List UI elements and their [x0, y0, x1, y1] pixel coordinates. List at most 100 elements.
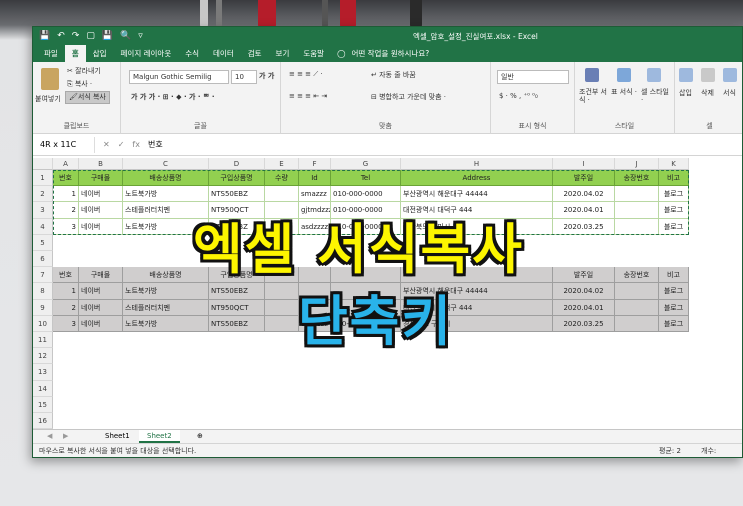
- format-cells-icon[interactable]: [723, 68, 737, 82]
- grow-font-button[interactable]: 가 가: [259, 71, 274, 81]
- cell[interactable]: 수량: [265, 170, 299, 187]
- cell[interactable]: 2020.04.02: [553, 186, 615, 203]
- enter-icon[interactable]: ✓: [118, 140, 125, 149]
- cell[interactable]: NTS50EBZ: [209, 283, 265, 300]
- print-preview-icon[interactable]: 🔍: [120, 31, 131, 41]
- row-header-15[interactable]: 15: [33, 396, 53, 413]
- cell[interactable]: 1: [53, 283, 79, 300]
- sheet-tab-sheet2[interactable]: Sheet2: [139, 430, 180, 443]
- cell[interactable]: 송장번호: [615, 170, 659, 187]
- customize-icon[interactable]: ▿: [138, 31, 143, 41]
- font-name-select[interactable]: Malgun Gothic Semilig: [129, 70, 229, 84]
- cell[interactable]: [265, 283, 299, 300]
- row-header-10[interactable]: 10: [33, 315, 53, 332]
- row-header-8[interactable]: 8: [33, 283, 53, 300]
- format-painter-button[interactable]: 🖌서식 복사: [65, 91, 110, 104]
- cell-style-icon[interactable]: [647, 68, 661, 82]
- conditional-format-icon[interactable]: [585, 68, 599, 82]
- cell[interactable]: 2: [53, 299, 79, 316]
- row-header-12[interactable]: 12: [33, 348, 53, 365]
- insert-cells-icon[interactable]: [679, 68, 693, 82]
- cell[interactable]: 블로그: [659, 299, 689, 316]
- cell[interactable]: Tel: [331, 170, 401, 187]
- table-format-icon[interactable]: [617, 68, 631, 82]
- merge-center-button[interactable]: ⊟ 병합하고 가운데 맞춤 ·: [371, 92, 446, 102]
- column-header-h[interactable]: H: [401, 158, 553, 170]
- delete-cells-button[interactable]: 삭제: [701, 88, 714, 98]
- vertical-align-buttons[interactable]: ≡ ≡ ≡ ⟋ ·: [289, 70, 323, 79]
- redo-icon[interactable]: ↷: [72, 31, 80, 41]
- column-header-c[interactable]: C: [123, 158, 209, 170]
- cell[interactable]: [615, 299, 659, 316]
- cell[interactable]: Id: [299, 170, 331, 187]
- scroll-right-icon[interactable]: ▶: [55, 430, 76, 443]
- cell[interactable]: 구입상품명: [209, 170, 265, 187]
- cell[interactable]: [265, 186, 299, 203]
- select-all-corner[interactable]: [33, 158, 53, 170]
- cell[interactable]: 네이버: [79, 218, 123, 235]
- cell[interactable]: 블로그: [659, 283, 689, 300]
- cell[interactable]: smazzz: [299, 186, 331, 203]
- column-header-b[interactable]: B: [79, 158, 123, 170]
- cell[interactable]: 블로그: [659, 202, 689, 219]
- cancel-icon[interactable]: ✕: [103, 140, 110, 149]
- font-size-select[interactable]: 10: [231, 70, 257, 84]
- cell[interactable]: NT950QCT: [209, 299, 265, 316]
- cell[interactable]: 네이버: [79, 202, 123, 219]
- cell[interactable]: NTS50EBZ: [209, 186, 265, 203]
- cell[interactable]: 2020.03.25: [553, 218, 615, 235]
- cell[interactable]: [615, 218, 659, 235]
- cell[interactable]: 블로그: [659, 315, 689, 332]
- sheet-tab-sheet1[interactable]: Sheet1: [97, 430, 138, 443]
- row-header-2[interactable]: 2: [33, 186, 53, 203]
- cell[interactable]: 송장번호: [615, 267, 659, 284]
- cell[interactable]: 배송상품명: [123, 170, 209, 187]
- column-header-f[interactable]: F: [299, 158, 331, 170]
- column-header-e[interactable]: E: [265, 158, 299, 170]
- column-header-i[interactable]: I: [553, 158, 615, 170]
- row-header-1[interactable]: 1: [33, 170, 53, 187]
- format-cells-button[interactable]: 서식: [723, 88, 736, 98]
- cell[interactable]: Address: [401, 170, 553, 187]
- row-header-5[interactable]: 5: [33, 234, 53, 251]
- new-icon[interactable]: ▢: [86, 31, 95, 41]
- table-format-button[interactable]: 표 서식 ·: [611, 88, 639, 96]
- row-header-11[interactable]: 11: [33, 332, 53, 349]
- cell[interactable]: 부산광역시 해운대구 44444: [401, 186, 553, 203]
- row-header-6[interactable]: 6: [33, 251, 53, 268]
- conditional-format-button[interactable]: 조건부 서식 ·: [579, 88, 607, 104]
- row-header-3[interactable]: 3: [33, 202, 53, 219]
- cell[interactable]: 네이버: [79, 315, 123, 332]
- tab-page-layout[interactable]: 페이지 레이아웃: [114, 45, 179, 62]
- cell[interactable]: [615, 283, 659, 300]
- cell[interactable]: 2020.04.01: [553, 299, 615, 316]
- wrap-text-button[interactable]: ↵ 자동 줄 바꿈: [371, 70, 416, 80]
- column-header-g[interactable]: G: [331, 158, 401, 170]
- tab-insert[interactable]: 삽입: [86, 45, 114, 62]
- tab-view[interactable]: 보기: [269, 45, 297, 62]
- cell[interactable]: [265, 299, 299, 316]
- cell[interactable]: 네이버: [79, 186, 123, 203]
- row-header-14[interactable]: 14: [33, 380, 53, 397]
- cell[interactable]: 노트북가방: [123, 186, 209, 203]
- undo-icon[interactable]: ↶: [57, 31, 65, 41]
- cell[interactable]: 네이버: [79, 283, 123, 300]
- cell[interactable]: 블로그: [659, 186, 689, 203]
- cell[interactable]: [265, 315, 299, 332]
- cell[interactable]: [615, 315, 659, 332]
- copy-button[interactable]: ⎘ 복사 ·: [67, 79, 92, 89]
- tab-file[interactable]: 파일: [37, 45, 65, 62]
- cell[interactable]: 노트북가방: [123, 283, 209, 300]
- tab-review[interactable]: 검토: [241, 45, 269, 62]
- cell[interactable]: 2020.04.01: [553, 202, 615, 219]
- save-as-icon[interactable]: 💾: [102, 31, 113, 41]
- cell[interactable]: 비고: [659, 267, 689, 284]
- add-sheet-icon[interactable]: ⊕: [189, 430, 211, 443]
- tab-formulas[interactable]: 수식: [178, 45, 206, 62]
- row-header-16[interactable]: 16: [33, 413, 53, 430]
- cell[interactable]: 1: [53, 186, 79, 203]
- column-header-a[interactable]: A: [53, 158, 79, 170]
- save-icon[interactable]: 💾: [39, 31, 50, 41]
- tell-me-box[interactable]: 어떤 작업을 원하시나요?: [351, 48, 429, 59]
- bold-italic-underline-buttons[interactable]: 가 가 가 · ⊞ · ◆ · 가 · ᄈ ·: [131, 92, 215, 102]
